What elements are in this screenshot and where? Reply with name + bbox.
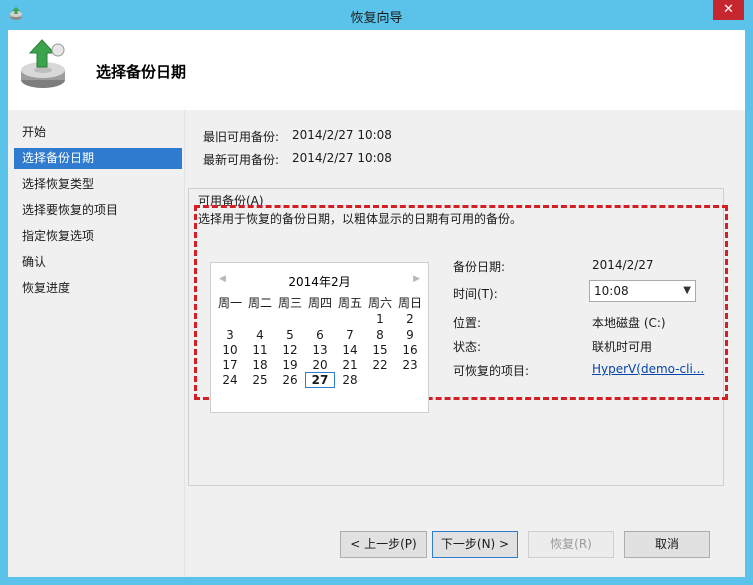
backup-date-value: 2014/2/27 [592, 258, 654, 272]
time-select-value: 10:08 [594, 284, 629, 298]
calendar-month-label[interactable]: 2014年2月 [211, 273, 428, 290]
calendar-day[interactable]: 26 [275, 372, 305, 388]
wizard-header: 选择备份日期 [8, 30, 745, 110]
cancel-button[interactable]: 取消 [624, 531, 710, 558]
next-button[interactable]: 下一步(N) > [432, 531, 518, 558]
calendar-day[interactable]: 19 [275, 357, 305, 373]
nav-item-progress[interactable]: 恢复进度 [14, 278, 182, 299]
calendar-day[interactable]: 23 [395, 357, 425, 373]
calendar-day[interactable]: 7 [335, 327, 365, 343]
calendar-grid: 周一 周二 周三 周四 周五 周六 周日 1 2 3 4 5 6 7 8 9 10 11 12 13 14 15 16 17 1… [215, 295, 429, 388]
nav-divider [184, 110, 185, 577]
nav-item-confirm[interactable]: 确认 [14, 252, 182, 273]
calendar-day[interactable]: 9 [395, 327, 425, 343]
calendar-day[interactable]: 10 [215, 342, 245, 358]
time-label: 时间(T): [453, 287, 498, 301]
calendar-day[interactable]: 13 [305, 342, 335, 358]
calendar-weekday-header: 周三 [277, 296, 302, 310]
calendar-day[interactable]: 4 [245, 327, 275, 343]
location-value: 本地磁盘 (C:) [592, 316, 666, 330]
recovery-wizard-window: 恢复向导 ✕ 选择备份日期 开始 选择备份日期 选择恢复类型 选择要恢复的项目 … [0, 0, 753, 585]
nav-item-recovery-options[interactable]: 指定恢复选项 [14, 226, 182, 247]
calendar-week-row: 24 25 26 27 28 [215, 372, 429, 388]
newest-backup-value: 2014/2/27 10:08 [292, 151, 392, 165]
calendar-weekday-header: 周四 [307, 296, 332, 310]
calendar-day[interactable]: 21 [335, 357, 365, 373]
window-title: 恢复向导 [350, 11, 403, 26]
recoverable-items-label: 可恢复的项目: [453, 364, 530, 378]
calendar-day[interactable]: 28 [335, 372, 365, 388]
oldest-backup-label: 最旧可用备份: [203, 130, 280, 144]
calendar-day[interactable]: 14 [335, 342, 365, 358]
calendar-day[interactable]: 1 [365, 311, 395, 327]
status-value: 联机时可用 [592, 340, 653, 354]
calendar-day[interactable]: 5 [275, 327, 305, 343]
calendar-weekday-header: 周五 [337, 296, 362, 310]
calendar-day[interactable]: 2 [395, 311, 425, 327]
calendar-week-row: 17 18 19 20 21 22 23 [215, 357, 429, 372]
oldest-backup-value: 2014/2/27 10:08 [292, 128, 392, 142]
title-bar: 恢复向导 ✕ [0, 0, 753, 30]
calendar-day[interactable]: 6 [305, 327, 335, 343]
wizard-steps-nav: 开始 选择备份日期 选择恢复类型 选择要恢复的项目 指定恢复选项 确认 恢复进度 [8, 118, 184, 578]
calendar-day[interactable]: 17 [215, 357, 245, 373]
nav-item-select-items[interactable]: 选择要恢复的项目 [14, 200, 182, 221]
calendar-week-row: 12 [215, 311, 429, 327]
calendar-day[interactable]: 22 [365, 357, 395, 373]
nav-item-select-recovery-type[interactable]: 选择恢复类型 [14, 174, 182, 195]
calendar-day[interactable]: 24 [215, 372, 245, 388]
backup-disk-icon [21, 39, 65, 88]
nav-item-select-backup-date[interactable]: 选择备份日期 [14, 148, 182, 169]
calendar-day[interactable]: 12 [275, 342, 305, 358]
calendar-weekday-row: 周一 周二 周三 周四 周五 周六 周日 [215, 295, 429, 311]
page-title: 选择备份日期 [96, 63, 187, 81]
calendar-weekday-header: 周日 [397, 296, 422, 310]
month-calendar[interactable]: ◀ ▶ 2014年2月 周一 周二 周三 周四 周五 周六 周日 1 2 3 4 5 6 7 8 9 10 11 1… [210, 262, 429, 413]
calendar-day[interactable]: 25 [245, 372, 275, 388]
calendar-day[interactable]: 8 [365, 327, 395, 343]
calendar-weekday-header: 周一 [217, 296, 242, 310]
calendar-day[interactable]: 3 [215, 327, 245, 343]
backup-date-label: 备份日期: [453, 260, 506, 274]
status-label: 状态: [453, 340, 482, 354]
location-label: 位置: [453, 316, 482, 330]
calendar-day[interactable]: 15 [365, 342, 395, 358]
recover-button[interactable]: 恢复(R) [528, 531, 614, 558]
calendar-day[interactable]: 20 [305, 357, 335, 373]
calendar-weekday-header: 周二 [247, 296, 272, 310]
nav-item-start[interactable]: 开始 [14, 122, 182, 143]
recoverable-items-link[interactable]: HyperV(demo-cli... [592, 362, 704, 376]
time-select[interactable]: 10:08 ▼ [589, 280, 696, 302]
close-button[interactable]: ✕ [713, 0, 744, 20]
calendar-weekday-header: 周六 [367, 296, 392, 310]
newest-backup-label: 最新可用备份: [203, 153, 280, 167]
calendar-day[interactable]: 18 [245, 357, 275, 373]
chevron-down-icon: ▼ [683, 285, 691, 296]
calendar-week-row: 10 11 12 13 14 15 16 [215, 342, 429, 357]
calendar-week-row: 3456789 [215, 327, 429, 342]
previous-button[interactable]: < 上一步(P) [340, 531, 427, 558]
calendar-day[interactable]: 11 [245, 342, 275, 358]
calendar-day[interactable]: 16 [395, 342, 425, 358]
calendar-day-selected[interactable]: 27 [305, 372, 335, 388]
